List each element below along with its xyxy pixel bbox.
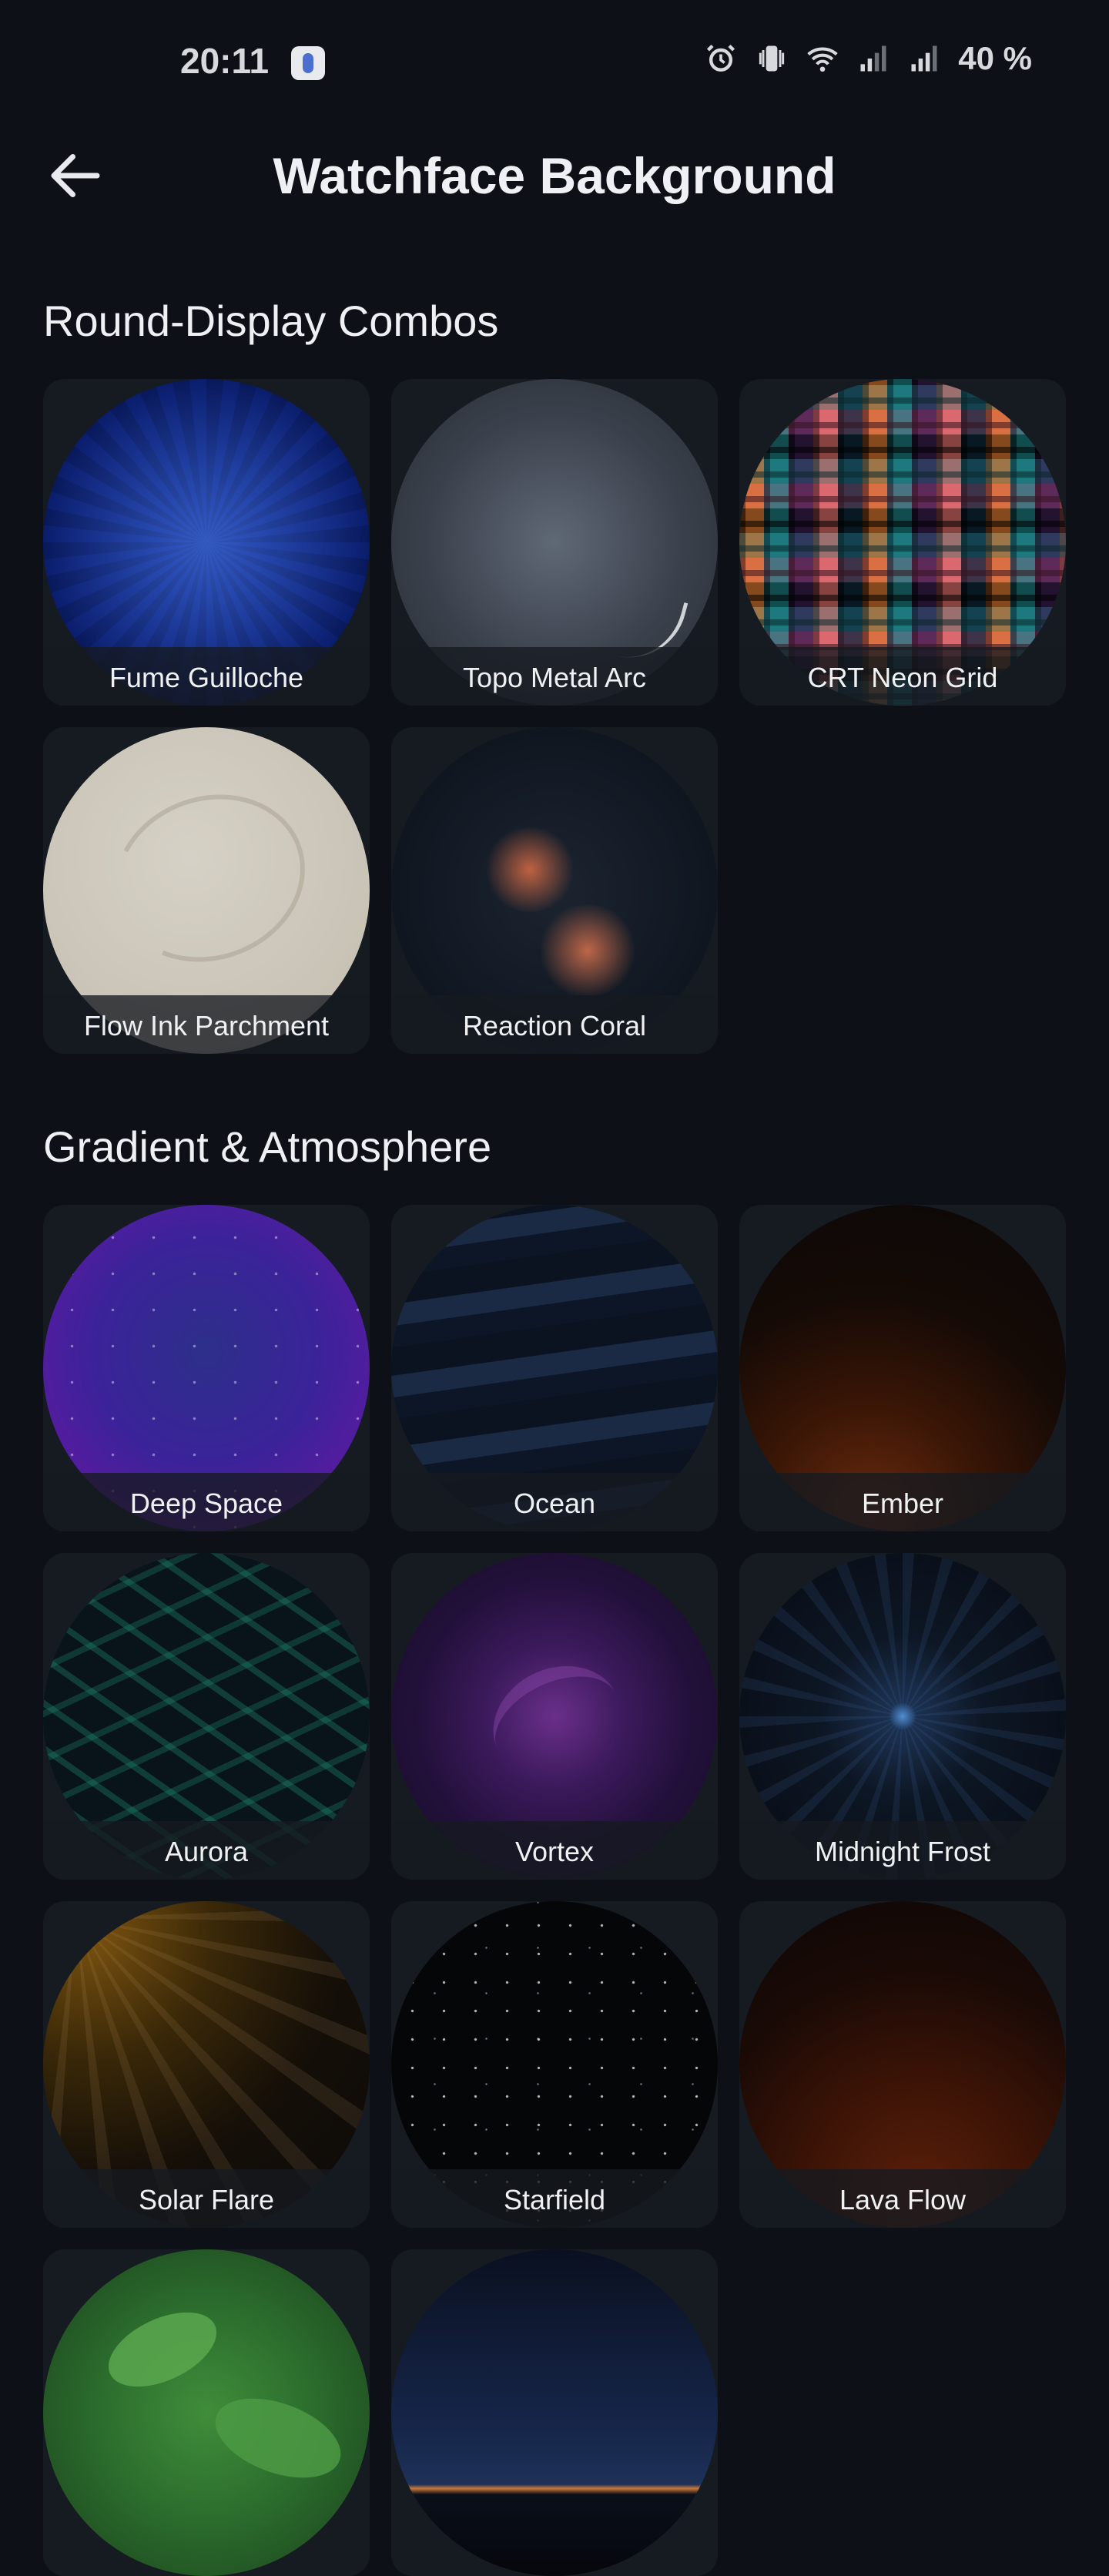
option-label: Reaction Coral [391,995,718,1054]
status-bar: 20:11 40 % [0,0,1109,123]
option-label: Ocean [391,1473,718,1531]
watchface-option[interactable]: Flow Ink Parchment [43,727,370,1054]
section-title-gradient-atmosphere: Gradient & Atmosphere [43,1122,492,1171]
watchface-option[interactable]: Topo Metal Arc [391,379,718,706]
preview-thumbnail [391,2249,718,2576]
watchface-option[interactable]: Vortex [391,1553,718,1880]
status-time: 20:11 [180,41,270,81]
watchface-option[interactable]: Ember [739,1205,1066,1531]
vibrate-icon [759,45,785,72]
option-label: Solar Flare [43,2169,370,2228]
watchface-option[interactable]: Fume Guilloche [43,379,370,706]
battery-percentage: 40 % [958,40,1032,76]
page-title: Watchface Background [273,147,836,204]
option-label: Aurora [43,1821,370,1880]
option-label: Topo Metal Arc [391,647,718,706]
option-label: Lava Flow [739,2169,1066,2228]
watchface-option[interactable]: Starfield [391,1901,718,2228]
signal-icon [860,45,886,72]
option-label: Flow Ink Parchment [43,995,370,1054]
gradient-atmosphere-grid: Deep Space Ocean Ember Aurora Vortex Mid… [43,1205,1066,2576]
watchface-option[interactable]: CRT Neon Grid [739,379,1066,706]
signal-icon-2 [911,45,937,72]
option-label: Starfield [391,2169,718,2228]
round-display-grid: Fume Guilloche Topo Metal Arc CRT Neon G… [43,379,1066,1054]
preview-thumbnail [43,2249,370,2576]
watchface-option[interactable]: Midnight Frost [739,1553,1066,1880]
watchface-option[interactable] [43,2249,370,2576]
option-label: Vortex [391,1821,718,1880]
watchface-option[interactable] [391,2249,718,2576]
option-label: Midnight Frost [739,1821,1066,1880]
watchface-option[interactable]: Deep Space [43,1205,370,1531]
watchface-option[interactable]: Solar Flare [43,1901,370,2228]
option-label: Fume Guilloche [43,647,370,706]
option-label: Ember [739,1473,1066,1531]
watchface-option[interactable]: Ocean [391,1205,718,1531]
status-icons: 40 % [704,40,1032,77]
option-label: Deep Space [43,1473,370,1531]
watchface-option[interactable]: Aurora [43,1553,370,1880]
wifi-icon [807,47,838,72]
option-label: CRT Neon Grid [739,647,1066,706]
notification-icon [291,46,325,80]
alarm-icon [707,44,735,72]
watchface-option[interactable]: Reaction Coral [391,727,718,1054]
section-title-round-display: Round-Display Combos [43,297,499,345]
watchface-option[interactable]: Lava Flow [739,1901,1066,2228]
